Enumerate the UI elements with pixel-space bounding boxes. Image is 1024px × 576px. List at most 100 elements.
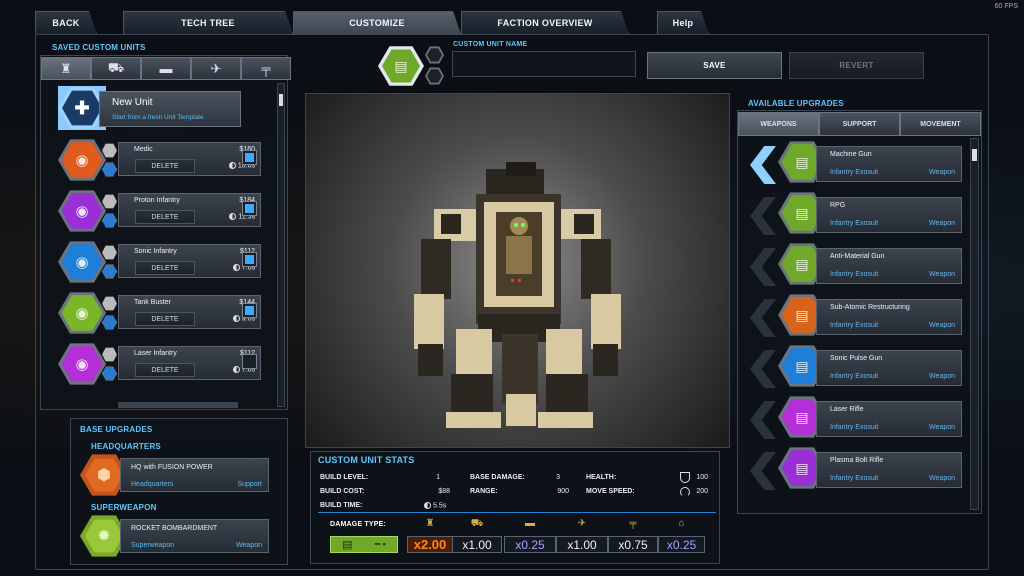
saved-unit-row[interactable]: ◉ Proton Infantry $184 DELETE 11.5s <box>58 189 276 233</box>
unit-checkbox[interactable] <box>242 303 257 318</box>
upgrades-scroll-thumb[interactable] <box>972 149 977 161</box>
unit-card[interactable]: Medic $160 DELETE 10.0s <box>118 142 261 176</box>
hq-name: HQ with FUSION POWER <box>131 464 213 471</box>
slot-icon <box>102 143 117 158</box>
superweapon-card[interactable]: ROCKET BOMBARDMENT Superweapon Weapon <box>120 519 269 553</box>
upgrade-item[interactable]: ▤ Laser Rifle Infantry Exosuit Weapon <box>750 395 965 441</box>
slot-icon <box>102 264 117 279</box>
unit-weapon-hex-inner: ▤ <box>382 49 420 83</box>
saved-units-scroll-thumb[interactable] <box>279 94 283 106</box>
back-button[interactable]: BACK <box>35 11 97 34</box>
upgrade-item[interactable]: ▤ Plasma Bolt Rifle Infantry Exosuit Wea… <box>750 446 965 492</box>
saved-units-scrollbar[interactable] <box>277 83 285 407</box>
unit-hex-inner: ◉ <box>61 142 103 178</box>
upgrade-item[interactable]: ▤ RPG Infantry Exosuit Weapon <box>750 191 965 237</box>
artillery-icon: ╤ <box>629 518 637 529</box>
category-tab-infantry[interactable]: ♜ <box>41 57 91 80</box>
slot-hex-bottom-inner <box>427 69 442 83</box>
delete-button[interactable]: DELETE <box>135 159 195 173</box>
slot-icon <box>102 347 117 362</box>
unit-name: Medic <box>134 146 153 153</box>
health-value: 100 <box>696 474 708 481</box>
check-fill <box>245 255 254 264</box>
upgrade-card[interactable]: Sub-Atomic Restructuring Infantry Exosui… <box>816 299 962 335</box>
upgrade-name: Sub-Atomic Restructuring <box>830 304 910 311</box>
category-tab-artillery[interactable]: ╤ <box>241 57 291 80</box>
unit-card[interactable]: Laser Infantry $112 DELETE 7.0s <box>118 346 261 380</box>
unit-hex[interactable]: ◉ <box>58 241 106 283</box>
unit-checkbox[interactable] <box>242 150 257 165</box>
artillery-icon: ╤ <box>261 61 271 76</box>
upgrade-category: Infantry Exosuit <box>830 424 879 431</box>
new-unit-card[interactable]: New Unit Start from a fresh Unit Templat… <box>99 91 241 127</box>
upgrade-item[interactable]: ▤ Machine Gun Infantry Exosuit Weapon <box>750 140 965 186</box>
category-tab-aircraft[interactable]: ✈ <box>191 57 241 80</box>
unit-checkbox[interactable] <box>242 354 257 369</box>
upgrades-scrollbar[interactable] <box>970 138 979 510</box>
saved-unit-row[interactable]: ◉ Medic $160 DELETE 10.0s <box>58 138 276 182</box>
upgrade-category: Infantry Exosuit <box>830 169 879 176</box>
slot-icon <box>102 213 117 228</box>
aircraft-icon: ✈ <box>577 518 587 529</box>
upgrade-item[interactable]: ▤ Sonic Pulse Gun Infantry Exosuit Weapo… <box>750 344 965 390</box>
delete-button[interactable]: DELETE <box>135 261 195 275</box>
upgrade-card[interactable]: Plasma Bolt Rifle Infantry Exosuit Weapo… <box>816 452 962 488</box>
tab-weapons[interactable]: WEAPONS <box>738 112 819 136</box>
custom-name-input[interactable] <box>452 51 636 77</box>
tab-customize[interactable]: CUSTOMIZE <box>293 11 461 34</box>
upgrade-card[interactable]: RPG Infantry Exosuit Weapon <box>816 197 962 233</box>
unit-card[interactable]: Sonic Infantry $112 DELETE 7.0s <box>118 244 261 278</box>
chevron-left-icon[interactable] <box>750 350 776 388</box>
equipped-weapon-slot: ▤ ━ ▪ <box>330 536 398 553</box>
upgrade-card[interactable]: Anti-Material Gun Infantry Exosuit Weapo… <box>816 248 962 284</box>
tab-faction-overview[interactable]: FACTION OVERVIEW <box>461 11 629 34</box>
upgrade-card[interactable]: Laser Rifle Infantry Exosuit Weapon <box>816 401 962 437</box>
weapon-icon: ▤ <box>795 306 809 323</box>
unit-hex[interactable]: ◉ <box>58 139 106 181</box>
slot-icon <box>102 162 117 177</box>
unit-checkbox[interactable] <box>242 252 257 267</box>
category-tab-jeep[interactable]: ⛟ <box>91 57 141 80</box>
delete-button[interactable]: DELETE <box>135 210 195 224</box>
saved-unit-row[interactable]: ◉ Sonic Infantry $112 DELETE 7.0s <box>58 240 276 284</box>
upgrade-category: Infantry Exosuit <box>830 322 879 329</box>
unit-checkbox[interactable] <box>242 201 257 216</box>
revert-button[interactable]: REVERT <box>789 52 924 79</box>
chevron-left-icon[interactable] <box>750 299 776 337</box>
tab-support[interactable]: SUPPORT <box>819 112 900 136</box>
chevron-left-icon[interactable] <box>750 248 776 286</box>
saved-unit-row[interactable]: ◉ Tank Buster $144 DELETE 9.0s <box>58 291 276 335</box>
infantry-icon: ♜ <box>60 60 72 76</box>
unit-card[interactable]: Proton Infantry $184 DELETE 11.5s <box>118 193 261 227</box>
delete-button[interactable]: DELETE <box>135 363 195 377</box>
help-button[interactable]: Help <box>657 11 709 34</box>
slot-icon <box>102 296 117 311</box>
save-button[interactable]: SAVE <box>647 52 782 79</box>
saved-unit-row[interactable]: ◉ Laser Infantry $112 DELETE 7.0s <box>58 342 276 386</box>
tab-tech-tree[interactable]: TECH TREE <box>123 11 293 34</box>
delete-button[interactable]: DELETE <box>135 312 195 326</box>
category-tab-tank[interactable]: ▬ <box>141 57 191 80</box>
unit-hex[interactable]: ◉ <box>58 343 106 385</box>
chevron-left-icon[interactable] <box>750 146 776 184</box>
unit-hex[interactable]: ◉ <box>58 292 106 334</box>
chevron-left-icon[interactable] <box>750 197 776 235</box>
weapon-icon: ▤ <box>795 357 809 374</box>
upgrade-card[interactable]: Machine Gun Infantry Exosuit Weapon <box>816 146 962 182</box>
damage-multiplier: x0.25 <box>658 536 705 553</box>
unit-hex-inner: ◉ <box>61 193 103 229</box>
chevron-left-icon[interactable] <box>750 452 776 490</box>
chevron-left-icon[interactable] <box>750 401 776 439</box>
upgrade-item[interactable]: ▤ Anti-Material Gun Infantry Exosuit Wea… <box>750 242 965 288</box>
upgrade-category: Infantry Exosuit <box>830 271 879 278</box>
unit-hex[interactable]: ◉ <box>58 190 106 232</box>
unit-preview-viewport[interactable] <box>305 93 730 448</box>
hq-hex-inner: ⬢ <box>85 458 123 492</box>
hq-card[interactable]: HQ with FUSION POWER Headquarters Suppor… <box>120 458 269 492</box>
upgrade-card[interactable]: Sonic Pulse Gun Infantry Exosuit Weapon <box>816 350 962 386</box>
tab-movement[interactable]: MOVEMENT <box>900 112 981 136</box>
upgrade-item[interactable]: ▤ Sub-Atomic Restructuring Infantry Exos… <box>750 293 965 339</box>
structure-icon: ⌂ <box>678 518 685 529</box>
slot-hex-top-inner <box>427 48 442 62</box>
unit-card[interactable]: Tank Buster $144 DELETE 9.0s <box>118 295 261 329</box>
